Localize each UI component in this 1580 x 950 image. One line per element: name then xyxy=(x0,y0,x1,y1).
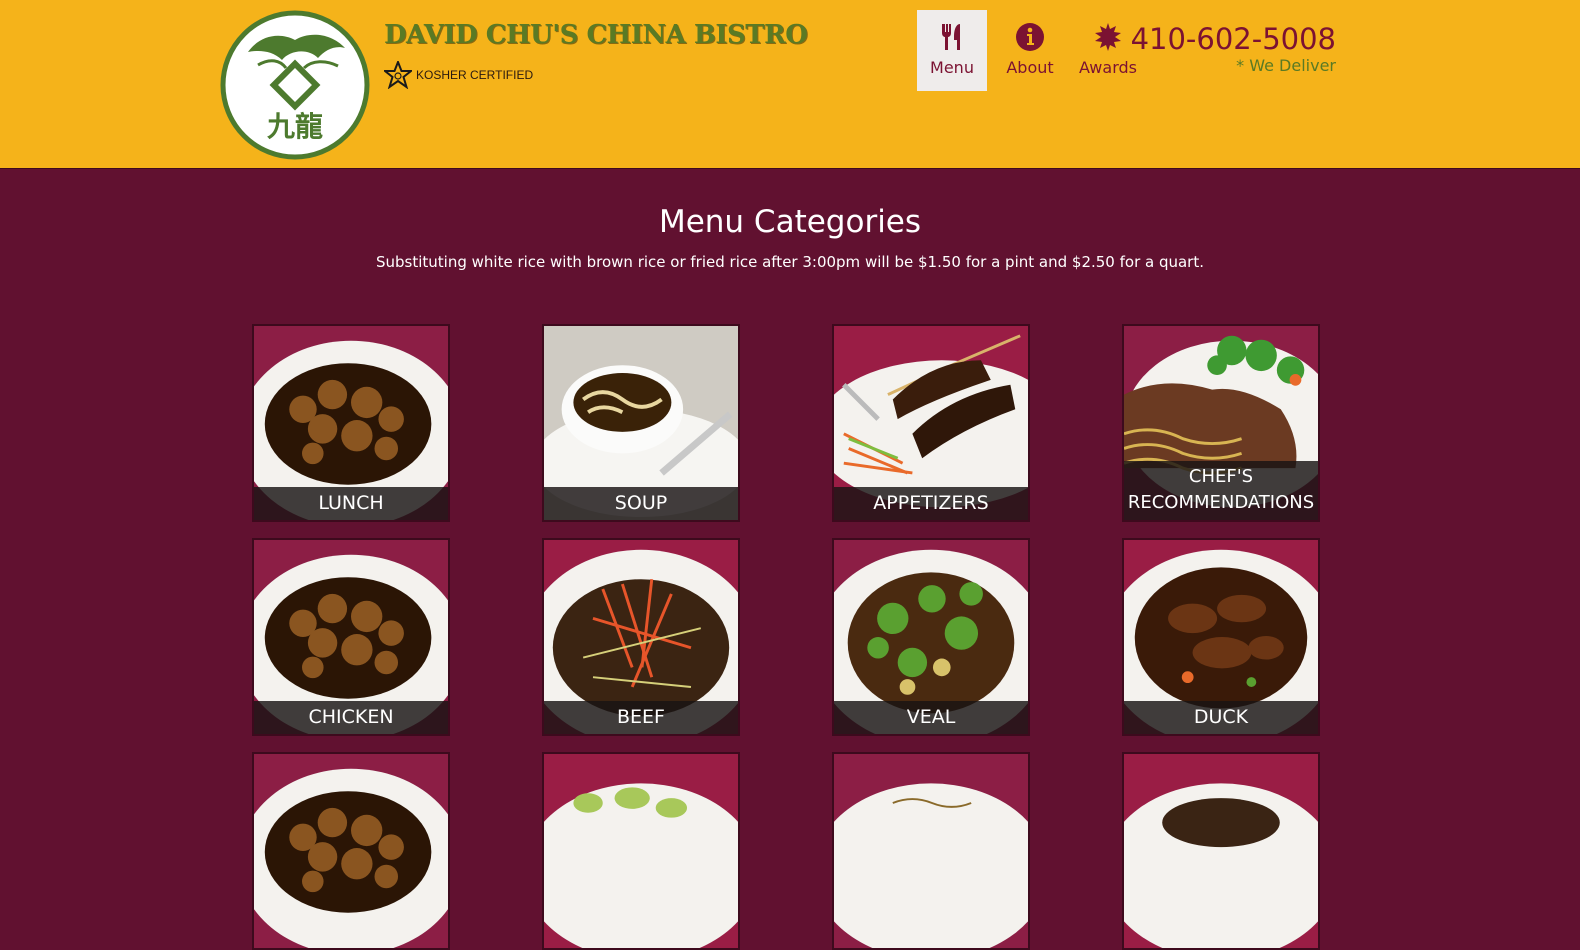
category-tile[interactable]: APPETIZERS xyxy=(832,324,1030,522)
nav-menu-label: Menu xyxy=(930,58,974,77)
category-label: LUNCH xyxy=(254,487,448,520)
page-title: Menu Categories xyxy=(658,204,922,240)
nav-menu[interactable]: Menu xyxy=(917,10,987,91)
category-tile[interactable] xyxy=(542,752,740,950)
kosher-label: KOSHER CERTIFIED xyxy=(416,68,534,82)
award-icon xyxy=(1095,23,1121,51)
dish-photo xyxy=(834,754,1028,948)
main-nav: Menu About Awards xyxy=(917,10,1151,91)
category-tile[interactable]: DUCK xyxy=(1122,538,1320,736)
category-label: VEAL xyxy=(834,701,1028,734)
category-label: APPETIZERS xyxy=(834,487,1028,520)
dish-photo xyxy=(1124,754,1318,948)
delivery-note: * We Deliver xyxy=(1236,56,1336,75)
category-tile[interactable]: CHICKEN xyxy=(252,538,450,736)
dish-photo xyxy=(544,754,738,948)
category-tile[interactable]: VEAL xyxy=(832,538,1030,736)
utensils-icon xyxy=(942,24,960,50)
phone-number[interactable]: 410-602-5008 xyxy=(1131,22,1336,56)
nav-about-label: About xyxy=(1006,58,1054,77)
category-label: BEEF xyxy=(544,701,738,734)
category-tile[interactable]: BEEF xyxy=(542,538,740,736)
category-label: SOUP xyxy=(544,487,738,520)
category-tile[interactable] xyxy=(252,752,450,950)
category-tile[interactable]: LUNCH xyxy=(252,324,450,522)
kosher-badge: KOSHER CERTIFIED xyxy=(384,60,533,90)
site-title[interactable]: DAVID CHU'S CHINA BISTRO xyxy=(384,20,808,50)
logo-characters: 九龍 xyxy=(267,110,323,143)
category-grid: LUNCH SOUP APPETIZERS CHEF'S RECOMMENDATION… xyxy=(252,324,1320,950)
site-header: 九龍 DAVID CHU'S CHINA BISTRO KOSHER CERTI… xyxy=(0,0,1580,169)
category-label: CHICKEN xyxy=(254,701,448,734)
nav-awards-label: Awards xyxy=(1079,58,1137,77)
category-tile[interactable] xyxy=(832,752,1030,950)
category-tile[interactable] xyxy=(1122,752,1320,950)
rice-note: Substituting white rice with brown rice … xyxy=(375,253,1204,271)
dish-photo xyxy=(254,754,448,948)
star-icon xyxy=(384,61,412,89)
category-tile[interactable]: CHEF'S RECOMMENDATIONS xyxy=(1122,324,1320,522)
category-label: CHEF'S RECOMMENDATIONS xyxy=(1124,461,1318,520)
nav-about[interactable]: About xyxy=(995,10,1065,91)
dragon-logo[interactable]: 九龍 xyxy=(220,10,370,160)
info-icon xyxy=(1016,23,1044,51)
category-tile[interactable]: SOUP xyxy=(542,324,740,522)
category-label: DUCK xyxy=(1124,701,1318,734)
